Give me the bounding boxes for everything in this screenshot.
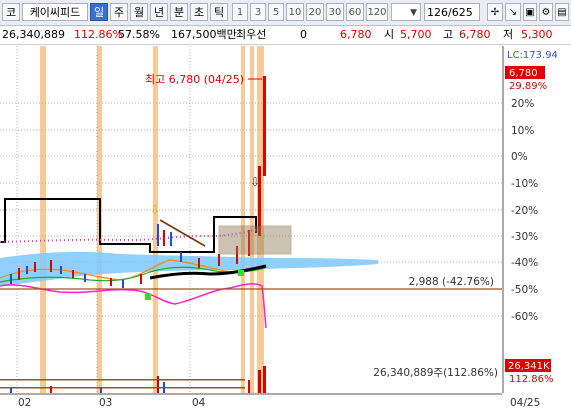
price-chart[interactable]: 2,988 (-42.76%) 최고 6,780 (04/25) ⇩ ⇩ 26,…: [0, 46, 571, 413]
highlight-band: [40, 46, 46, 393]
high-value: 6,780: [459, 28, 491, 41]
signal-arrow-icon: ⇩: [150, 203, 160, 217]
low-label: 저: [503, 28, 514, 41]
pct-tick: -60%: [511, 311, 538, 323]
period-day-button[interactable]: 일: [90, 3, 108, 21]
period-tick-button[interactable]: 틱: [210, 3, 228, 21]
count-total: /625: [448, 6, 473, 19]
candle: [50, 260, 52, 272]
consolidation-box: [218, 225, 292, 255]
period-month-button[interactable]: 월: [130, 3, 148, 21]
pct-tick: 0%: [511, 151, 528, 163]
low-value: 5,300: [521, 28, 553, 41]
candle: [140, 274, 142, 284]
volume-label: 26,340,889주(112.86%): [373, 367, 498, 379]
candle: [110, 278, 112, 286]
priority-label: 최우선: [236, 28, 267, 41]
interval-120-button[interactable]: 120: [366, 3, 388, 21]
crosshair-icon[interactable]: ✢: [487, 3, 503, 21]
interval-10-button[interactable]: 10: [286, 3, 304, 21]
pct-tick: -50%: [511, 284, 538, 296]
lc-label: LC:173.94: [507, 50, 558, 61]
volume-ratio: 112.86%: [74, 28, 123, 41]
interval-5-button[interactable]: 5: [268, 3, 284, 21]
trade-amount: 167,500백만: [171, 28, 237, 41]
highlight-band: [153, 46, 158, 393]
pct-tick: -20%: [511, 205, 538, 217]
high-label: 고: [443, 28, 454, 41]
highlight-band: [250, 46, 254, 393]
candle: [34, 262, 36, 272]
pct-tick: 20%: [511, 98, 534, 110]
reference-line-label: 2,988 (-42.76%): [409, 276, 494, 288]
candle: [26, 266, 28, 274]
interval-20-button[interactable]: 20: [306, 3, 324, 21]
settings-icon[interactable]: ⚙: [539, 3, 553, 21]
candle: [10, 274, 12, 284]
candle: [163, 230, 165, 246]
interval-3-button[interactable]: 3: [250, 3, 266, 21]
save-icon[interactable]: ▣: [523, 3, 537, 21]
candle: [180, 252, 182, 262]
count-value: 126: [427, 6, 448, 19]
x-label: 02: [18, 397, 31, 409]
open-label: 시: [384, 28, 395, 41]
pct-tick: 10%: [511, 125, 534, 137]
volume-badge-text: 26,341K: [508, 361, 550, 372]
interval-1-button[interactable]: 1: [232, 3, 248, 21]
interval-60-button[interactable]: 60: [346, 3, 364, 21]
turnover-ratio: 57.58%: [118, 28, 160, 41]
current-price: 6,780: [340, 28, 372, 41]
candle: [170, 232, 172, 246]
candle: [72, 270, 74, 278]
candle: [198, 258, 200, 268]
pct-badge: 29.89%: [509, 81, 547, 92]
chevron-down-icon: ▼: [410, 8, 417, 18]
volume-value: 26,340,889: [2, 28, 65, 41]
candle: [122, 280, 124, 288]
candle: [84, 274, 86, 282]
candle-latest: [263, 76, 266, 176]
candle: [157, 224, 159, 246]
x-label: 04: [192, 397, 206, 409]
interval-30-button[interactable]: 30: [326, 3, 344, 21]
volume-pct: 112.86%: [509, 374, 554, 385]
candle: [60, 266, 62, 274]
price-badge-text: 6,780: [509, 68, 538, 79]
pct-tick: -40%: [511, 257, 538, 269]
peak-annotation: 최고 6,780 (04/25): [145, 73, 244, 86]
quote-info-row: 26,340,889 112.86% 57.58% 167,500백만 최우선 …: [0, 26, 571, 45]
period-week-button[interactable]: 주: [110, 3, 128, 21]
pct-tick: -10%: [511, 178, 538, 190]
pct-ticks: 20% 10% 0% -10% -20% -30% -40% -50% -60%: [511, 98, 538, 323]
x-label: 03: [99, 397, 112, 409]
signal-arrow-icon: ⇩: [250, 175, 260, 189]
market-code-button[interactable]: 코: [2, 3, 20, 21]
x-label: 04/25: [510, 397, 540, 409]
open-value: 5,700: [400, 28, 432, 41]
chart-toolbar: 코 케이씨피드 일 주 월 년 분 초 틱 1 3 5 10 20 30 60 …: [0, 0, 571, 26]
highlight-band: [241, 46, 245, 393]
candle: [18, 268, 20, 280]
candle: [218, 254, 220, 266]
priority-value: 0: [300, 28, 307, 41]
pct-tick: -30%: [511, 231, 538, 243]
period-year-button[interactable]: 년: [150, 3, 168, 21]
stock-name-field[interactable]: 케이씨피드: [22, 3, 88, 21]
layout-icon[interactable]: ▤: [555, 3, 569, 21]
green-marker: [238, 270, 244, 276]
line-tool-icon[interactable]: ↘: [505, 3, 521, 21]
data-count-field[interactable]: 126/625: [424, 3, 480, 21]
period-second-button[interactable]: 초: [190, 3, 208, 21]
green-marker: [145, 294, 151, 300]
interval-dropdown[interactable]: ▼: [391, 3, 421, 21]
period-minute-button[interactable]: 분: [170, 3, 188, 21]
